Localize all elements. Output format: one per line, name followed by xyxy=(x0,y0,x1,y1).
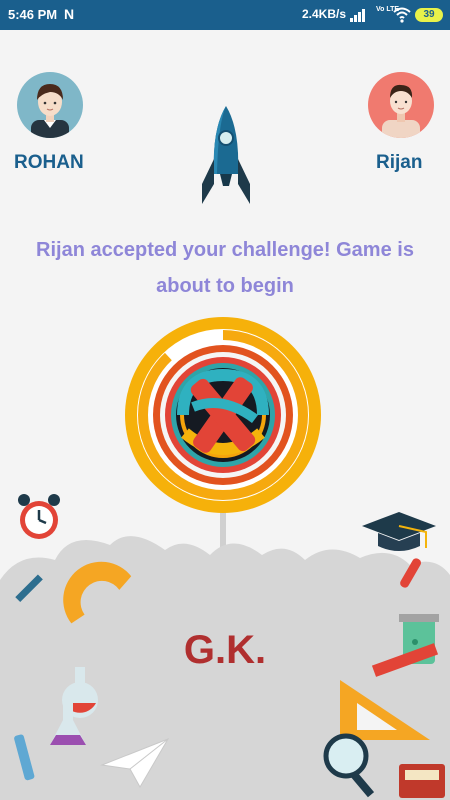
player-left-name: ROHAN xyxy=(14,152,84,173)
signal-icon xyxy=(350,9,365,22)
loading-spinner xyxy=(125,317,321,513)
syringe-icon xyxy=(14,734,35,781)
pencil-icon xyxy=(15,574,43,603)
status-time: 5:46 PM xyxy=(8,7,58,22)
book-icon xyxy=(399,764,445,798)
player-right-name: Rijan xyxy=(376,152,423,173)
challenge-message-line1: Rijan accepted your challenge! Game is xyxy=(36,239,414,261)
status-bar: 5:46 PM N 2.4KB/s Vo LTE 39 xyxy=(0,0,450,30)
wifi-icon xyxy=(393,7,411,23)
protractor-icon xyxy=(63,561,132,624)
graduation-cap-icon xyxy=(362,512,436,551)
player-right-avatar xyxy=(368,72,434,138)
boy-avatar-icon xyxy=(31,84,69,138)
paper-plane-icon xyxy=(100,738,170,789)
magnifier-icon xyxy=(323,733,375,798)
challenge-message-line2: about to begin xyxy=(156,275,294,297)
notification-icon: N xyxy=(64,6,75,22)
ruler-icon xyxy=(371,643,439,677)
battery-indicator: 39 xyxy=(415,8,443,22)
network-speed: 2.4KB/s xyxy=(302,7,347,21)
challenge-message: Rijan accepted your challenge! Game is a… xyxy=(20,232,430,304)
rocket-icon xyxy=(202,106,250,204)
alarm-clock-icon xyxy=(18,494,60,539)
man-avatar-icon xyxy=(382,84,420,138)
player-left-avatar xyxy=(17,72,83,138)
test-tube-icon-2 xyxy=(50,702,86,745)
category-label: G.K. xyxy=(183,628,267,672)
test-tube-icon xyxy=(400,558,421,588)
